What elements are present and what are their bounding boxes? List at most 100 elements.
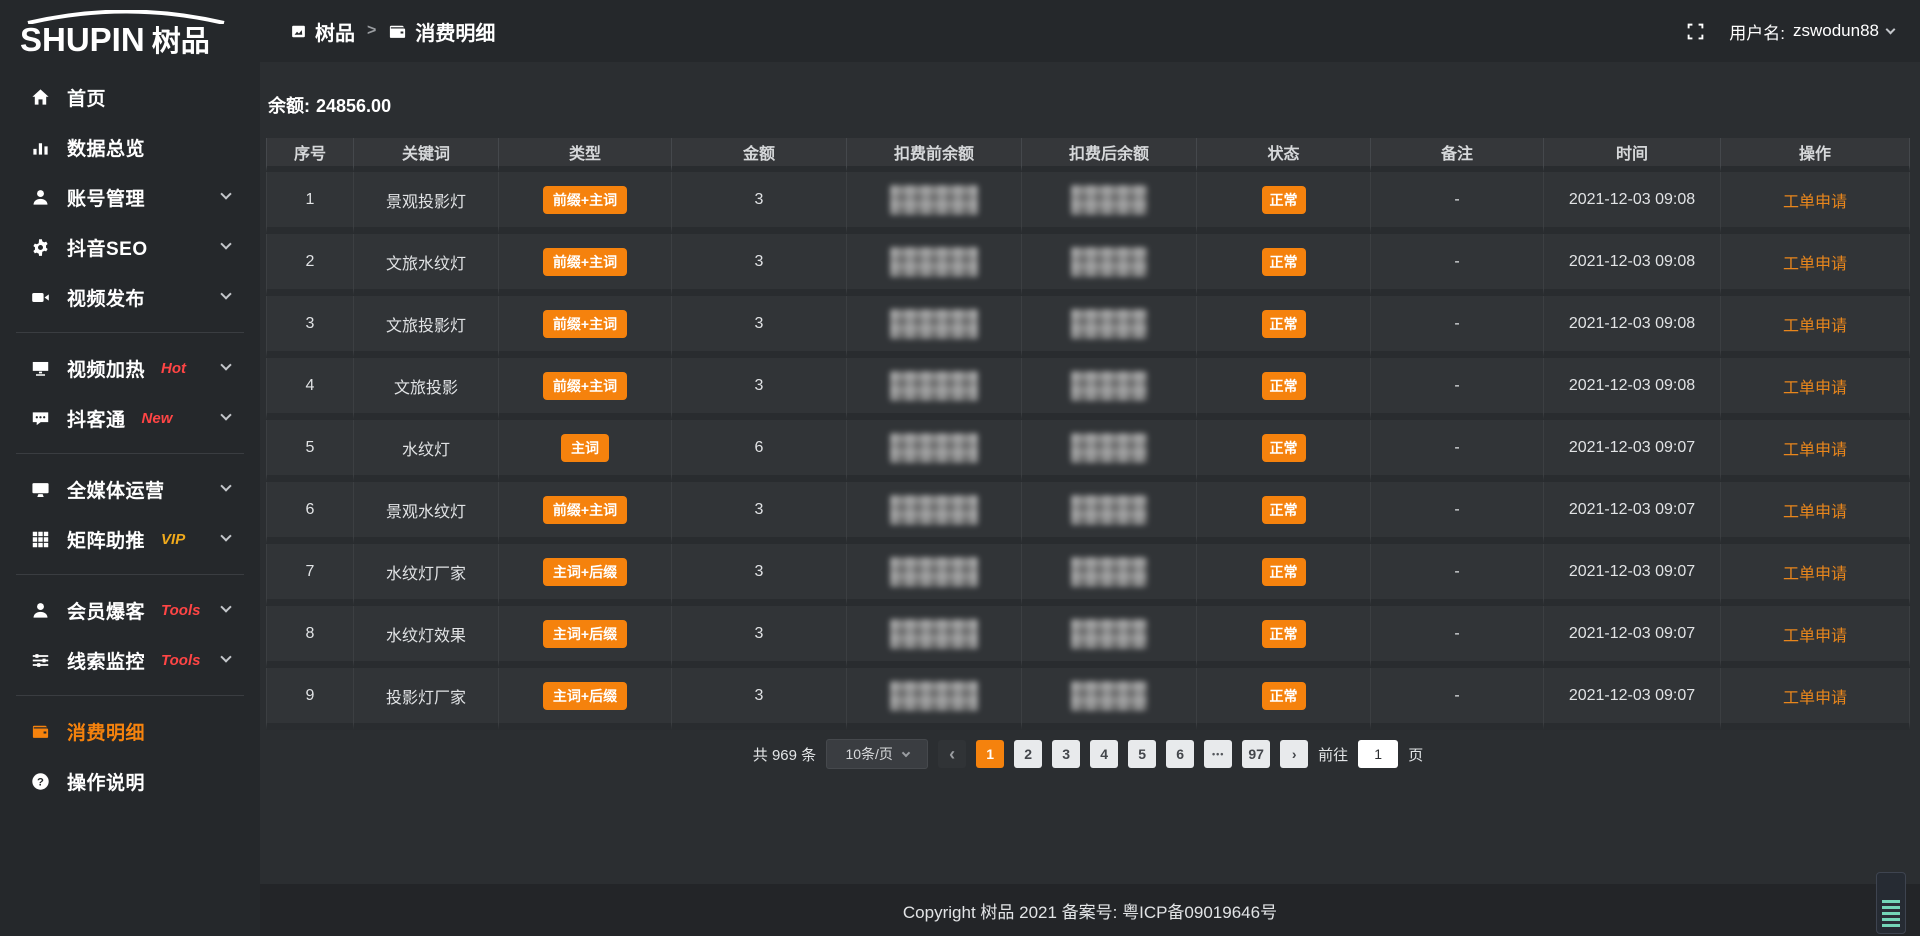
sidebar-item-data-overview[interactable]: 数据总览 (0, 122, 260, 172)
cell-balance-before (847, 668, 1022, 730)
sidebar-item-clue-monitor[interactable]: 线索监控Tools (0, 635, 260, 685)
sidebar-item-doukertong[interactable]: 抖客通New (0, 393, 260, 443)
cell-amount: 3 (672, 482, 847, 544)
masked-value (890, 619, 978, 649)
cell-action: 工单申请 (1721, 358, 1910, 420)
cell-amount: 3 (672, 172, 847, 234)
sidebar-item-matrix-boost[interactable]: 矩阵助推VIP (0, 514, 260, 564)
cell-balance-before (847, 606, 1022, 668)
page-button-2[interactable]: 2 (1014, 740, 1042, 768)
chevron-down-icon (220, 409, 231, 420)
cell-time: 2021-12-03 09:08 (1544, 358, 1721, 420)
work-order-link[interactable]: 工单申请 (1783, 380, 1847, 397)
page-button-3[interactable]: 3 (1052, 740, 1080, 768)
goto-label: 前往 (1318, 744, 1348, 765)
type-badge: 主词+后缀 (543, 558, 627, 586)
page-button-6[interactable]: 6 (1166, 740, 1194, 768)
cell-amount: 6 (672, 420, 847, 482)
sidebar-menu: 首页数据总览账号管理抖音SEO 视频发布视频加热Hot抖客通New 全媒体运营矩阵助… (0, 70, 260, 806)
status-badge: 正常 (1262, 682, 1306, 710)
next-page-button[interactable]: › (1280, 740, 1308, 768)
cell-type: 前缀+主词 (499, 482, 672, 544)
cell-remark: - (1371, 668, 1544, 730)
work-order-link[interactable]: 工单申请 (1783, 318, 1847, 335)
cell-amount: 3 (672, 358, 847, 420)
prev-page-button[interactable]: ‹ (938, 740, 966, 768)
masked-value (1071, 433, 1147, 463)
cell-time: 2021-12-03 09:08 (1544, 234, 1721, 296)
sidebar-item-operation-guide[interactable]: ?操作说明 (0, 756, 260, 806)
breadcrumb-item-consumption-detail[interactable]: 消费明细 (388, 17, 495, 46)
type-badge: 前缀+主词 (543, 496, 627, 524)
table-header: 序号关键词类型金额扣费前余额扣费后余额状态备注时间操作 (266, 138, 1910, 172)
page-buttons: 123456 ••• 97 (976, 740, 1270, 768)
sidebar-item-member-baoke[interactable]: 会员爆客Tools (0, 585, 260, 635)
sidebar-item-label: 数据总览 (67, 134, 145, 161)
page-button-5[interactable]: 5 (1128, 740, 1156, 768)
work-order-link[interactable]: 工单申请 (1783, 194, 1847, 211)
sidebar-item-label: 抖音SEO (67, 234, 148, 261)
cell-balance-before (847, 234, 1022, 296)
work-order-link[interactable]: 工单申请 (1783, 256, 1847, 273)
corner-widget[interactable] (1876, 872, 1906, 934)
cell-status: 正常 (1197, 358, 1371, 420)
sidebar-item-consumption-detail[interactable]: 消费明细 (0, 706, 260, 756)
cell-balance-after (1022, 234, 1197, 296)
sidebar-item-video-heat[interactable]: 视频加热Hot (0, 343, 260, 393)
cell-remark: - (1371, 420, 1544, 482)
cell-balance-before (847, 296, 1022, 358)
cell-balance-after (1022, 606, 1197, 668)
status-badge: 正常 (1262, 372, 1306, 400)
work-order-link[interactable]: 工单申请 (1783, 690, 1847, 707)
page-button-4[interactable]: 4 (1090, 740, 1118, 768)
cell-index: 3 (266, 296, 354, 358)
stripes-icon (1882, 900, 1900, 927)
cell-action: 工单申请 (1721, 234, 1910, 296)
sidebar-item-account-management[interactable]: 账号管理 (0, 172, 260, 222)
column-header: 类型 (499, 138, 672, 172)
chevron-down-icon (220, 238, 231, 249)
page-size-select[interactable]: 10条/页 (826, 739, 928, 769)
sidebar-item-douyin-seo[interactable]: 抖音SEO (0, 222, 260, 272)
cell-remark: - (1371, 482, 1544, 544)
chart-icon (30, 137, 50, 157)
cell-index: 5 (266, 420, 354, 482)
sidebar-item-media-operation[interactable]: 全媒体运营 (0, 464, 260, 514)
work-order-link[interactable]: 工单申请 (1783, 566, 1847, 583)
sidebar-item-home[interactable]: 首页 (0, 72, 260, 122)
user-menu[interactable]: 用户名: zswodun88 (1729, 19, 1894, 44)
svg-text:?: ? (37, 776, 44, 788)
cell-balance-before (847, 482, 1022, 544)
work-order-link[interactable]: 工单申请 (1783, 442, 1847, 459)
sidebar-item-tag: VIP (161, 531, 185, 548)
cell-keyword: 文旅投影 (354, 358, 499, 420)
goto-suffix: 页 (1408, 744, 1423, 765)
page-ellipsis-button[interactable]: ••• (1204, 740, 1232, 768)
doc-icon (290, 23, 307, 40)
question-icon: ? (30, 771, 50, 791)
cell-index: 6 (266, 482, 354, 544)
type-badge: 前缀+主词 (543, 310, 627, 338)
goto-page-input[interactable] (1358, 740, 1398, 768)
page-button-1[interactable]: 1 (976, 740, 1004, 768)
masked-value (1071, 619, 1147, 649)
cell-time: 2021-12-03 09:08 (1544, 296, 1721, 358)
cell-time: 2021-12-03 09:07 (1544, 482, 1721, 544)
chevron-down-icon (220, 651, 231, 662)
cell-remark: - (1371, 544, 1544, 606)
cell-remark: - (1371, 172, 1544, 234)
status-badge: 正常 (1262, 434, 1306, 462)
fullscreen-icon[interactable] (1686, 22, 1705, 41)
chevron-down-icon (220, 188, 231, 199)
chevron-down-icon (220, 530, 231, 541)
breadcrumb-item-shupin[interactable]: 树品 (290, 17, 355, 46)
page-button-97[interactable]: 97 (1242, 740, 1270, 768)
column-header: 扣费前余额 (847, 138, 1022, 172)
cell-index: 2 (266, 234, 354, 296)
sidebar-item-video-publish[interactable]: 视频发布 (0, 272, 260, 322)
work-order-link[interactable]: 工单申请 (1783, 628, 1847, 645)
breadcrumb-separator: > (367, 22, 376, 40)
cell-time: 2021-12-03 09:08 (1544, 172, 1721, 234)
work-order-link[interactable]: 工单申请 (1783, 504, 1847, 521)
cell-amount: 3 (672, 296, 847, 358)
